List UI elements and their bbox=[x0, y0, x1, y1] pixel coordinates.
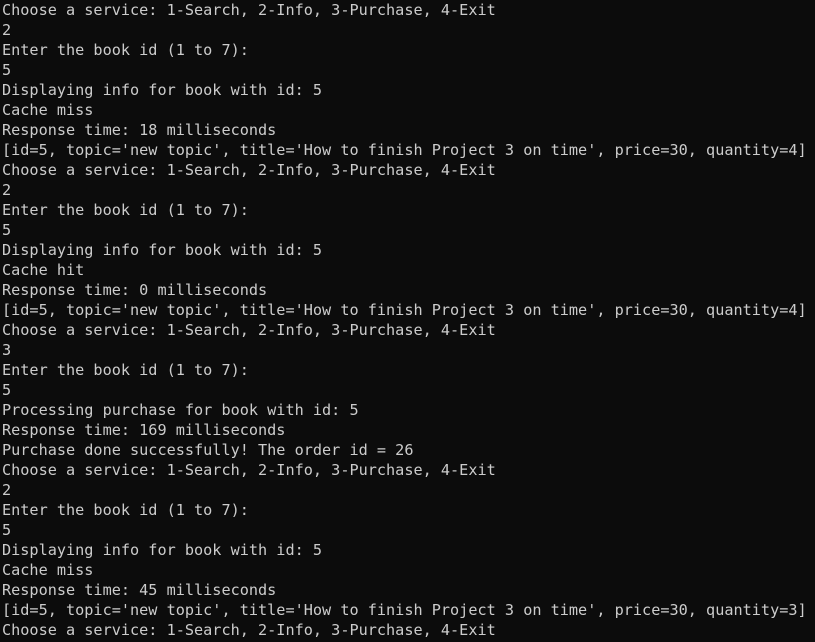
output-line: Choose a service: 1-Search, 2-Info, 3-Pu… bbox=[2, 461, 496, 479]
output-line: Processing purchase for book with id: 5 bbox=[2, 401, 359, 419]
terminal-window[interactable]: Choose a service: 1-Search, 2-Info, 3-Pu… bbox=[0, 0, 815, 642]
output-line: Response time: 0 milliseconds bbox=[2, 281, 268, 299]
output-line: Enter the book id (1 to 7): bbox=[2, 361, 249, 379]
output-line: Response time: 45 milliseconds bbox=[2, 581, 277, 599]
output-line: Choose a service: 1-Search, 2-Info, 3-Pu… bbox=[2, 1, 496, 19]
output-line: Response time: 169 milliseconds bbox=[2, 421, 286, 439]
input-line: 5 bbox=[2, 221, 12, 239]
output-line: [id=5, topic='new topic', title='How to … bbox=[2, 601, 807, 619]
output-line: [id=5, topic='new topic', title='How to … bbox=[2, 301, 807, 319]
output-line: Purchase done successfully! The order id… bbox=[2, 441, 414, 459]
output-line: Choose a service: 1-Search, 2-Info, 3-Pu… bbox=[2, 321, 496, 339]
output-line: Displaying info for book with id: 5 bbox=[2, 81, 323, 99]
input-line: 5 bbox=[2, 381, 12, 399]
output-line: Displaying info for book with id: 5 bbox=[2, 541, 323, 559]
prompt-line: Choose a service: 1-Search, 2-Info, 3-Pu… bbox=[2, 621, 496, 639]
input-line: 5 bbox=[2, 61, 12, 79]
input-line: 5 bbox=[2, 521, 12, 539]
input-line: 2 bbox=[2, 181, 12, 199]
output-line: Choose a service: 1-Search, 2-Info, 3-Pu… bbox=[2, 161, 496, 179]
output-line: Cache miss bbox=[2, 561, 94, 579]
output-line: Enter the book id (1 to 7): bbox=[2, 201, 249, 219]
output-line: Cache miss bbox=[2, 101, 94, 119]
output-line: [id=5, topic='new topic', title='How to … bbox=[2, 141, 807, 159]
output-line: Enter the book id (1 to 7): bbox=[2, 41, 249, 59]
output-line: Response time: 18 milliseconds bbox=[2, 121, 277, 139]
output-line: Enter the book id (1 to 7): bbox=[2, 501, 249, 519]
input-line: 2 bbox=[2, 21, 12, 39]
output-line: Displaying info for book with id: 5 bbox=[2, 241, 323, 259]
input-line: 2 bbox=[2, 481, 12, 499]
input-line: 3 bbox=[2, 341, 12, 359]
output-line: Cache hit bbox=[2, 261, 85, 279]
